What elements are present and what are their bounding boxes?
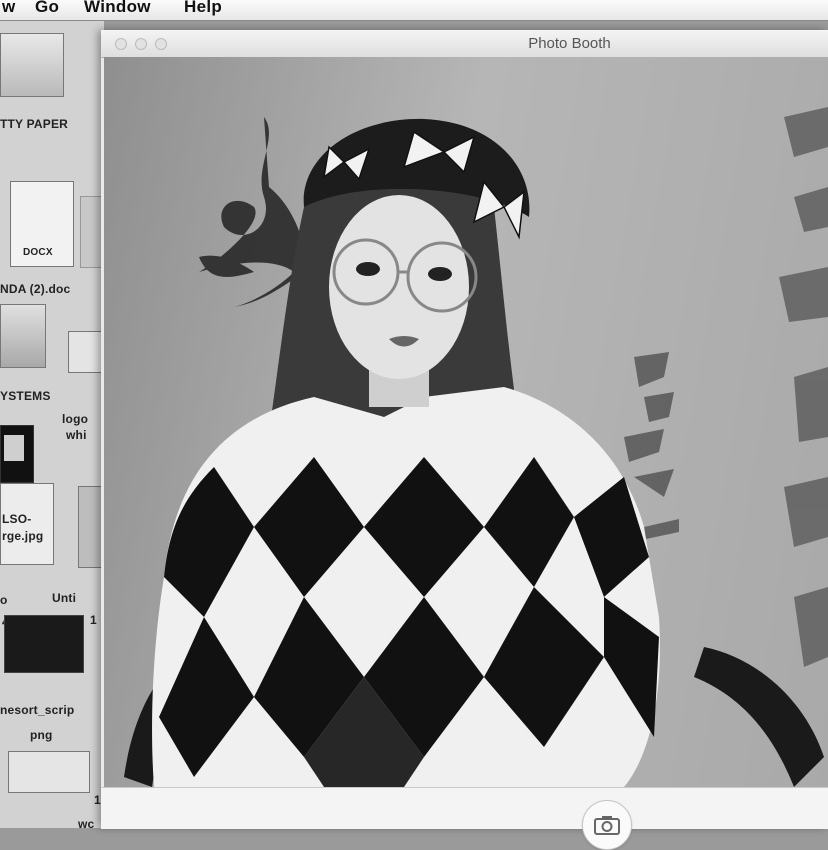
desktop-file-thumbnail[interactable] <box>78 486 102 568</box>
desktop-file-thumbnail[interactable] <box>8 751 90 793</box>
shutter-button[interactable] <box>582 800 632 850</box>
desktop-file-thumbnail[interactable] <box>0 33 64 97</box>
desktop-file-label[interactable]: o <box>0 593 8 607</box>
face <box>329 195 469 379</box>
camera-icon <box>594 816 620 835</box>
desktop-file-thumbnail[interactable] <box>68 331 102 373</box>
desktop-file-label[interactable]: rge.jpg <box>2 529 43 543</box>
wall-calligraphy-edge <box>779 107 828 667</box>
menu-bar: w Go Window Help <box>0 0 828 21</box>
menu-help[interactable]: Help <box>184 0 222 17</box>
desktop-file-label[interactable]: logo <box>62 412 88 426</box>
menu-view[interactable]: w <box>2 0 16 17</box>
desktop-file-label[interactable]: YSTEMS <box>0 389 51 403</box>
desktop-file-thumbnail[interactable] <box>4 615 84 673</box>
desktop-file-label[interactable]: whi <box>66 428 87 442</box>
desktop-file-label[interactable]: TTY PAPER <box>0 117 68 131</box>
desktop-file-label[interactable]: LSO- <box>2 512 31 526</box>
desktop-file-label[interactable]: 1 <box>90 613 97 627</box>
preview-image <box>124 107 828 787</box>
desktop-file-label[interactable]: png <box>30 728 53 742</box>
wall-calligraphy <box>199 117 305 307</box>
window-titlebar[interactable]: Photo Booth <box>101 30 828 58</box>
menu-go[interactable]: Go <box>35 0 59 17</box>
menu-window[interactable]: Window <box>84 0 151 17</box>
camera-preview <box>104 57 828 787</box>
desktop-file-label[interactable]: 1 <box>94 793 101 807</box>
window-title: Photo Booth <box>528 35 611 52</box>
photo-booth-window: Photo Booth <box>101 30 828 850</box>
desktop-file-thumbnail[interactable] <box>0 304 46 368</box>
desktop-file-thumbnail[interactable] <box>80 196 102 268</box>
bottom-toolbar <box>101 787 828 850</box>
thumbnail-inner <box>4 435 24 461</box>
desktop-file-label: DOCX <box>23 247 53 258</box>
desktop-file-label[interactable]: nesort_scrip <box>0 703 74 717</box>
desktop-file-label[interactable]: wc <box>78 817 94 831</box>
desktop: TTY PAPER DOCX NDA (2).doc YSTEMS logo w… <box>0 21 104 831</box>
sweater <box>152 387 660 787</box>
desktop-file-label[interactable]: Unti <box>52 591 76 605</box>
desktop-file-label[interactable]: NDA (2).doc <box>0 282 70 296</box>
